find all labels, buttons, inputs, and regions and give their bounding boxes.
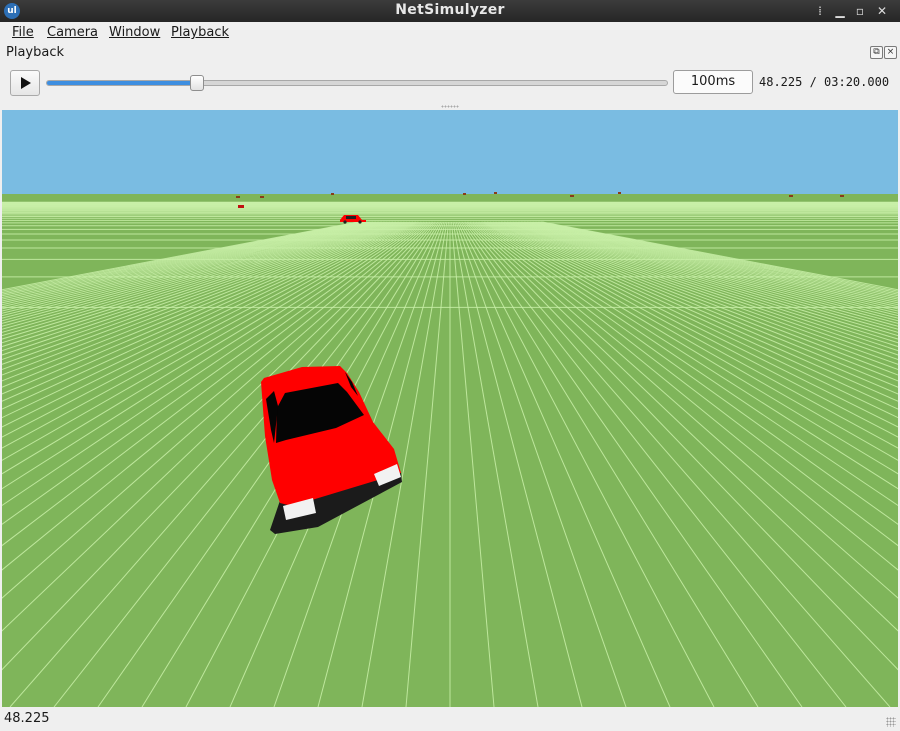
menu-bar: File Camera Window Playback <box>0 22 900 44</box>
play-button[interactable] <box>10 70 40 96</box>
menu-file[interactable]: File <box>12 25 34 40</box>
sky <box>2 110 898 194</box>
playback-controls: 100ms 48.225 / 03:20.000 <box>0 63 900 103</box>
distant-node <box>463 193 466 195</box>
distant-node <box>789 195 793 197</box>
dock-title: Playback <box>6 45 65 60</box>
window-menu-icon[interactable]: ⁞ <box>812 3 828 19</box>
window-title: NetSimulyzer <box>395 2 505 18</box>
menu-playback-label: Playback <box>171 25 230 40</box>
timeline-handle[interactable] <box>190 75 205 91</box>
status-bar: 48.225 <box>0 707 900 731</box>
menu-camera[interactable]: Camera <box>47 25 98 40</box>
splitter-handle[interactable] <box>441 105 459 108</box>
close-icon[interactable]: ✕ <box>874 3 890 19</box>
distant-node <box>570 195 574 197</box>
menu-window[interactable]: Window <box>109 25 160 40</box>
step-size-field[interactable]: 100ms <box>673 70 753 94</box>
minimize-icon[interactable]: ▁ <box>832 3 848 19</box>
time-readout: 48.225 / 03:20.000 <box>759 75 890 89</box>
distant-node <box>618 192 621 194</box>
menu-window-label: Window <box>109 25 161 40</box>
title-bar: ul NetSimulyzer ⁞ ▁ ▫ ✕ <box>0 0 900 22</box>
dock-float-icon[interactable]: ⧉ <box>870 46 883 59</box>
dock-close-icon[interactable]: × <box>884 46 897 59</box>
scene-viewport[interactable] <box>2 110 898 707</box>
timeline-progress <box>47 81 197 85</box>
playback-dock-header: Playback ⧉ × <box>0 43 900 63</box>
menu-camera-label: Camera <box>47 25 99 40</box>
timeline-slider[interactable] <box>46 75 668 91</box>
resize-grip[interactable] <box>886 717 896 727</box>
distant-node <box>260 196 264 198</box>
play-icon <box>21 77 31 89</box>
distant-car <box>238 205 244 208</box>
distant-node <box>236 196 240 198</box>
distant-node <box>494 192 497 194</box>
status-time: 48.225 <box>4 711 50 726</box>
maximize-icon[interactable]: ▫ <box>852 3 868 19</box>
distant-node <box>331 193 334 195</box>
scene-canvas <box>2 110 898 707</box>
menu-file-label: File <box>12 25 34 40</box>
menu-playback[interactable]: Playback <box>171 25 229 40</box>
distant-node <box>840 195 844 197</box>
